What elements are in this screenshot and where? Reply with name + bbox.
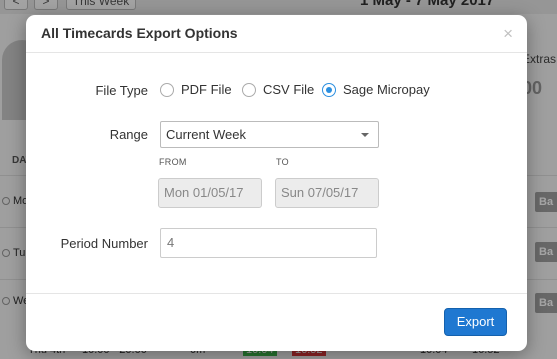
period-number-input[interactable]: 4 <box>160 228 377 258</box>
footer-divider <box>26 293 527 294</box>
range-label: Range <box>109 127 148 142</box>
radio-label: Sage Micropay <box>343 82 430 97</box>
close-icon[interactable]: × <box>503 25 513 43</box>
from-label: FROM <box>159 157 187 167</box>
export-button[interactable]: Export <box>444 308 507 336</box>
dialog-title: All Timecards Export Options <box>41 25 238 41</box>
radio-pdf-file[interactable]: PDF File <box>160 82 232 97</box>
range-selected-value: Current Week <box>166 127 246 142</box>
radio-label: CSV File <box>263 82 315 97</box>
to-date-field: Sun 07/05/17 <box>275 178 379 208</box>
from-date-field: Mon 01/05/17 <box>158 178 262 208</box>
export-options-dialog: All Timecards Export Options × File Type… <box>26 15 527 351</box>
chevron-down-icon <box>361 133 369 137</box>
radio-label: PDF File <box>181 82 232 97</box>
radio-circle-icon <box>160 82 174 97</box>
range-select[interactable]: Current Week <box>160 121 379 148</box>
radio-circle-icon <box>242 82 256 97</box>
to-label: TO <box>276 157 289 167</box>
radio-csv-file[interactable]: CSV File <box>242 82 314 97</box>
period-number-label: Period Number <box>60 236 148 251</box>
dialog-header: All Timecards Export Options × <box>26 15 527 53</box>
radio-sage-micropay[interactable]: Sage Micropay <box>322 82 430 97</box>
file-type-label: File Type <box>95 83 148 98</box>
radio-selected-icon <box>322 82 336 97</box>
